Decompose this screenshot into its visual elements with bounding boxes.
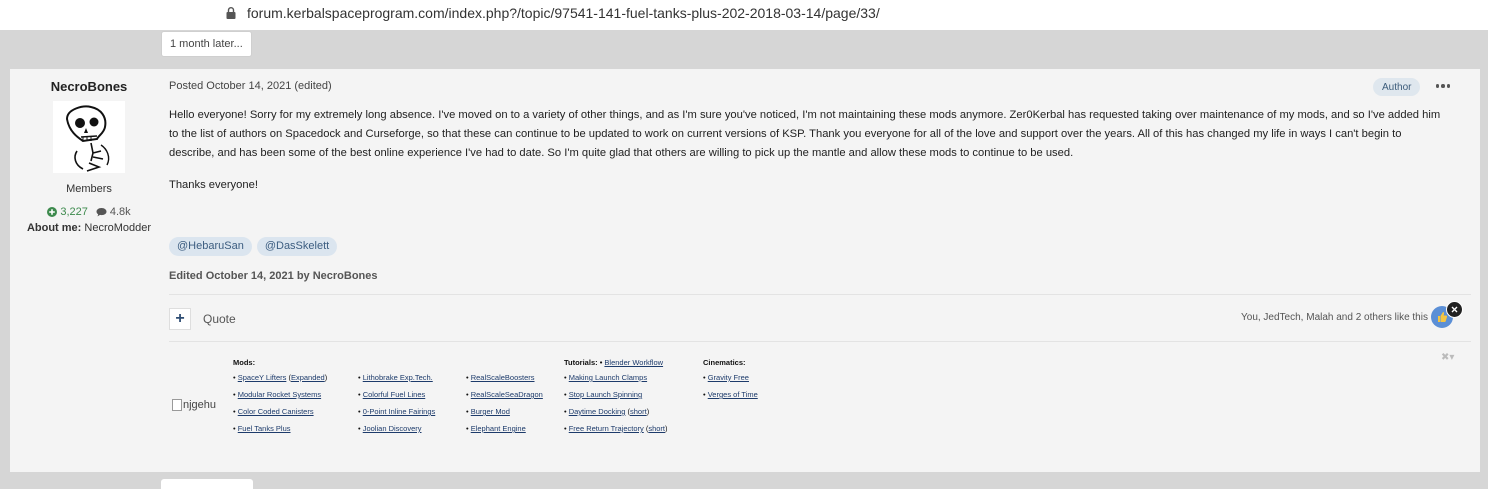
- sig-link[interactable]: 0-Point Inline Fairings: [363, 407, 436, 416]
- sig-link[interactable]: RealScaleBoosters: [471, 373, 535, 382]
- avatar[interactable]: [53, 101, 125, 173]
- sig-link-line: • RealScaleSeaDragon: [466, 390, 543, 399]
- reputation-count: 3,227: [60, 206, 88, 218]
- signature-col-mods: Mods: • SpaceY Lifters (Expanded) • Modu…: [233, 358, 327, 441]
- mention-hebarusan[interactable]: @HebaruSan: [169, 237, 252, 256]
- divider: [169, 294, 1471, 295]
- reputation-plus-icon: [47, 207, 58, 217]
- sig-link[interactable]: Expanded: [291, 373, 325, 382]
- signature-image: njgehu: [172, 399, 216, 411]
- sig-link-line: • Modular Rocket Systems: [233, 390, 322, 399]
- author-stats: 3,227 4.8k: [10, 206, 168, 218]
- sig-link[interactable]: Modular Rocket Systems: [238, 390, 321, 399]
- post-paragraph-thanks: Thanks everyone!: [169, 178, 258, 191]
- about-me: About me: NecroModder: [10, 222, 168, 234]
- sig-link-line: • Elephant Engine: [466, 424, 526, 433]
- mention-dasskelett[interactable]: @DasSkelett: [256, 237, 338, 256]
- reactions-summary[interactable]: You, JedTech, Malah and 2 others like th…: [1241, 312, 1428, 323]
- sig-link-line: • Gravity Free: [703, 373, 749, 382]
- sig-link-line: • Burger Mod: [466, 407, 510, 416]
- signature-col-cinematics: Cinematics: • Gravity Free • Verges of T…: [703, 358, 758, 407]
- about-me-label: About me:: [26, 222, 82, 234]
- mods-heading: Mods:: [233, 358, 256, 367]
- sig-link[interactable]: SpaceY Lifters: [238, 373, 287, 382]
- post-body: Hello everyone! Sorry for my extremely l…: [169, 106, 1449, 195]
- next-time-gap-label: [161, 479, 253, 489]
- edited-note: Edited October 14, 2021 by NecroBones: [169, 270, 378, 282]
- cinematics-heading: Cinematics:: [703, 358, 746, 367]
- sig-link-line: • Stop Launch Spinning: [564, 390, 643, 399]
- sig-link[interactable]: Color Coded Canisters: [238, 407, 314, 416]
- sig-link-line: • RealScaleBoosters: [466, 373, 535, 382]
- sig-link[interactable]: RealScaleSeaDragon: [471, 390, 543, 399]
- edited-date: October 14, 2021: [205, 270, 294, 282]
- post-count-value: 4.8k: [109, 206, 131, 218]
- sig-link-line: • SpaceY Lifters (Expanded): [233, 373, 328, 382]
- quote-button[interactable]: Quote: [203, 312, 236, 326]
- sig-link[interactable]: Colorful Fuel Lines: [363, 390, 426, 399]
- sig-link[interactable]: Burger Mod: [471, 407, 510, 416]
- sig-link[interactable]: Free Return Trajectory: [569, 424, 644, 433]
- sig-link-line: • Lithobrake Exp.Tech.: [358, 373, 433, 382]
- time-gap-label: 1 month later...: [161, 31, 252, 57]
- sig-link[interactable]: Stop Launch Spinning: [569, 390, 642, 399]
- signature-col-tutorials: Tutorials: • Blender Workflow • Making L…: [564, 358, 668, 441]
- sig-link[interactable]: Verges of Time: [708, 390, 758, 399]
- signature-col-mods-3: • RealScaleBoosters • RealScaleSeaDragon…: [466, 373, 543, 441]
- multiquote-plus-button[interactable]: +: [169, 308, 191, 330]
- comment-icon: [96, 208, 107, 217]
- about-me-value: NecroModder: [84, 222, 152, 234]
- member-group: Members: [66, 183, 112, 195]
- author-panel: NecroBones Members 3,227 4.8k About me: …: [10, 69, 168, 234]
- post-paragraph: Hello everyone! Sorry for my extremely l…: [169, 109, 1441, 160]
- sig-link[interactable]: short: [648, 424, 665, 433]
- sig-link-line: • Fuel Tanks Plus: [233, 424, 291, 433]
- divider: [169, 341, 1471, 342]
- mentions: @HebaruSan @DasSkelett: [169, 237, 338, 256]
- ignore-signature-icon[interactable]: ✖▾: [1441, 352, 1454, 363]
- sig-link-line: • Daytime Docking (short): [564, 407, 650, 416]
- address-bar[interactable]: forum.kerbalspaceprogram.com/index.php?/…: [218, 0, 1228, 26]
- sig-link[interactable]: Joolian Discovery: [363, 424, 422, 433]
- sig-link-line: • Joolian Discovery: [358, 424, 422, 433]
- signature-col-mods-2: • Lithobrake Exp.Tech. • Colorful Fuel L…: [358, 373, 435, 441]
- author-name[interactable]: NecroBones: [10, 79, 168, 94]
- sig-link-line: • Free Return Trajectory (short): [564, 424, 668, 433]
- more-options-icon[interactable]: [1434, 79, 1452, 93]
- post-count: 4.8k: [96, 206, 131, 218]
- sig-link[interactable]: Elephant Engine: [471, 424, 526, 433]
- author-badge: Author: [1373, 78, 1421, 96]
- sig-link[interactable]: Lithobrake Exp.Tech.: [363, 373, 433, 382]
- tutorials-heading: Tutorials: • Blender Workflow: [564, 358, 664, 367]
- url-text: forum.kerbalspaceprogram.com/index.php?/…: [247, 5, 880, 21]
- forum-post: NecroBones Members 3,227 4.8k About me: …: [10, 69, 1480, 472]
- edited-by: by NecroBones: [296, 270, 378, 282]
- broken-image-icon: [172, 399, 182, 411]
- sig-link[interactable]: Daytime Docking: [569, 407, 626, 416]
- sig-link-line: • Color Coded Canisters: [233, 407, 314, 416]
- sig-link[interactable]: Blender Workflow: [604, 358, 663, 367]
- sig-link[interactable]: Making Launch Clamps: [569, 373, 647, 382]
- reputation: 3,227: [47, 206, 88, 218]
- signature-image-alt: njgehu: [183, 399, 217, 411]
- lock-icon: [224, 5, 238, 21]
- sig-link[interactable]: Gravity Free: [708, 373, 749, 382]
- sig-link[interactable]: Fuel Tanks Plus: [238, 424, 291, 433]
- sig-link-line: • Colorful Fuel Lines: [358, 390, 426, 399]
- edited-prefix: Edited: [169, 270, 203, 282]
- sig-link-line: • Making Launch Clamps: [564, 373, 648, 382]
- sig-link-line: • 0-Point Inline Fairings: [358, 407, 436, 416]
- sig-link-line: • Verges of Time: [703, 390, 758, 399]
- sig-link[interactable]: short: [630, 407, 647, 416]
- post-date[interactable]: Posted October 14, 2021 (edited): [169, 80, 332, 92]
- remove-reaction-icon[interactable]: [1446, 301, 1463, 318]
